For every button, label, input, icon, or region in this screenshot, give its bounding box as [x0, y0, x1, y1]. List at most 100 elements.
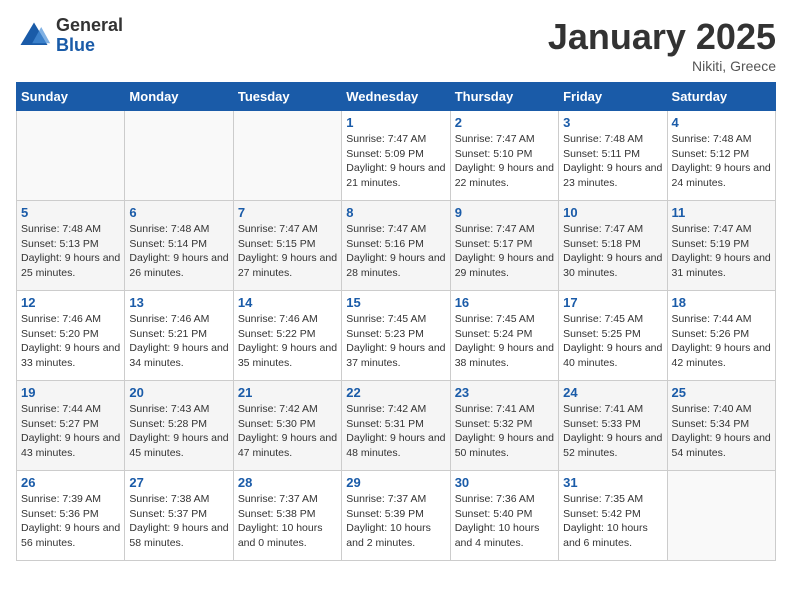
calendar-cell: 23Sunrise: 7:41 AM Sunset: 5:32 PM Dayli… [450, 381, 558, 471]
day-number: 7 [238, 205, 337, 220]
calendar-cell: 1Sunrise: 7:47 AM Sunset: 5:09 PM Daylig… [342, 111, 450, 201]
day-number: 22 [346, 385, 445, 400]
calendar-cell: 12 Sunrise: 7:46 AM Sunset: 5:20 PM Dayli… [17, 291, 125, 381]
day-number: 20 [129, 385, 228, 400]
day-number: 10 [563, 205, 662, 220]
day-number: 5 [21, 205, 120, 220]
title-area: January 2025 Nikiti, Greece [548, 16, 776, 74]
calendar-cell: 2 Sunrise: 7:47 AM Sunset: 5:10 PM Daylig… [450, 111, 558, 201]
day-info: Sunrise: 7:47 AM Sunset: 5:18 PM Dayligh… [563, 222, 662, 281]
calendar-cell: 16 Sunrise: 7:45 AM Sunset: 5:24 PM Dayli… [450, 291, 558, 381]
calendar-cell [17, 111, 125, 201]
day-number: 29 [346, 475, 445, 490]
day-number: 6 [129, 205, 228, 220]
day-info: Sunrise: 7:36 AM Sunset: 5:40 PM Dayligh… [455, 492, 554, 551]
day-number: 4 [672, 115, 771, 130]
day-info: Sunrise: 7:48 AM Sunset: 5:14 PM Dayligh… [129, 222, 228, 281]
day-info: Sunrise: 7:43 AM Sunset: 5:28 PM Dayligh… [129, 402, 228, 461]
calendar-cell: 11 Sunrise: 7:47 AM Sunset: 5:19 PM Dayli… [667, 201, 775, 291]
logo-icon [16, 18, 52, 54]
month-title: January 2025 [548, 16, 776, 58]
day-number: 31 [563, 475, 662, 490]
day-info: Sunrise: 7:40 AM Sunset: 5:34 PM Dayligh… [672, 402, 771, 461]
calendar-header-row: SundayMondayTuesdayWednesdayThursdayFrid… [17, 83, 776, 111]
day-info: Sunrise: 7:48 AM Sunset: 5:12 PM Dayligh… [672, 132, 771, 191]
day-number: 23 [455, 385, 554, 400]
calendar-cell: 28Sunrise: 7:37 AM Sunset: 5:38 PM Dayli… [233, 471, 341, 561]
calendar-week-row: 19Sunrise: 7:44 AM Sunset: 5:27 PM Dayli… [17, 381, 776, 471]
day-info: Sunrise: 7:46 AM Sunset: 5:22 PM Dayligh… [238, 312, 337, 371]
day-number: 19 [21, 385, 120, 400]
day-number: 9 [455, 205, 554, 220]
day-number: 13 [129, 295, 228, 310]
logo-general-label: General [56, 16, 123, 36]
calendar-cell: 5 Sunrise: 7:48 AM Sunset: 5:13 PM Daylig… [17, 201, 125, 291]
day-info: Sunrise: 7:46 AM Sunset: 5:21 PM Dayligh… [129, 312, 228, 371]
day-number: 27 [129, 475, 228, 490]
calendar-cell: 30 Sunrise: 7:36 AM Sunset: 5:40 PM Dayli… [450, 471, 558, 561]
day-number: 25 [672, 385, 771, 400]
calendar-cell: 22 Sunrise: 7:42 AM Sunset: 5:31 PM Dayli… [342, 381, 450, 471]
day-info: Sunrise: 7:48 AM Sunset: 5:13 PM Dayligh… [21, 222, 120, 281]
day-info: Sunrise: 7:46 AM Sunset: 5:20 PM Dayligh… [21, 312, 120, 371]
calendar-table: SundayMondayTuesdayWednesdayThursdayFrid… [16, 82, 776, 561]
calendar-cell: 19Sunrise: 7:44 AM Sunset: 5:27 PM Dayli… [17, 381, 125, 471]
day-number: 3 [563, 115, 662, 130]
day-number: 17 [563, 295, 662, 310]
day-info: Sunrise: 7:39 AM Sunset: 5:36 PM Dayligh… [21, 492, 120, 551]
col-header-thursday: Thursday [450, 83, 558, 111]
logo-text: General Blue [56, 16, 123, 56]
day-number: 24 [563, 385, 662, 400]
calendar-cell: 20 Sunrise: 7:43 AM Sunset: 5:28 PM Dayli… [125, 381, 233, 471]
day-number: 8 [346, 205, 445, 220]
day-info: Sunrise: 7:47 AM Sunset: 5:19 PM Dayligh… [672, 222, 771, 281]
calendar-cell: 15 Sunrise: 7:45 AM Sunset: 5:23 PM Dayli… [342, 291, 450, 381]
calendar-cell [667, 471, 775, 561]
calendar-cell: 24 Sunrise: 7:41 AM Sunset: 5:33 PM Dayli… [559, 381, 667, 471]
calendar-week-row: 26Sunrise: 7:39 AM Sunset: 5:36 PM Dayli… [17, 471, 776, 561]
calendar-cell: 31 Sunrise: 7:35 AM Sunset: 5:42 PM Dayli… [559, 471, 667, 561]
day-info: Sunrise: 7:47 AM Sunset: 5:10 PM Dayligh… [455, 132, 554, 191]
day-info: Sunrise: 7:45 AM Sunset: 5:25 PM Dayligh… [563, 312, 662, 371]
header: General Blue January 2025 Nikiti, Greece [16, 16, 776, 74]
day-info: Sunrise: 7:45 AM Sunset: 5:23 PM Dayligh… [346, 312, 445, 371]
day-number: 16 [455, 295, 554, 310]
calendar-cell: 25 Sunrise: 7:40 AM Sunset: 5:34 PM Dayli… [667, 381, 775, 471]
day-info: Sunrise: 7:48 AM Sunset: 5:11 PM Dayligh… [563, 132, 662, 191]
calendar-week-row: 1Sunrise: 7:47 AM Sunset: 5:09 PM Daylig… [17, 111, 776, 201]
col-header-friday: Friday [559, 83, 667, 111]
day-number: 14 [238, 295, 337, 310]
col-header-wednesday: Wednesday [342, 83, 450, 111]
location-subtitle: Nikiti, Greece [548, 58, 776, 74]
calendar-cell: 29Sunrise: 7:37 AM Sunset: 5:39 PM Dayli… [342, 471, 450, 561]
calendar-week-row: 12 Sunrise: 7:46 AM Sunset: 5:20 PM Dayli… [17, 291, 776, 381]
calendar-cell [233, 111, 341, 201]
day-info: Sunrise: 7:44 AM Sunset: 5:26 PM Dayligh… [672, 312, 771, 371]
calendar-cell: 27Sunrise: 7:38 AM Sunset: 5:37 PM Dayli… [125, 471, 233, 561]
calendar-cell: 8 Sunrise: 7:47 AM Sunset: 5:16 PM Daylig… [342, 201, 450, 291]
col-header-tuesday: Tuesday [233, 83, 341, 111]
col-header-sunday: Sunday [17, 83, 125, 111]
day-number: 2 [455, 115, 554, 130]
day-number: 30 [455, 475, 554, 490]
calendar-cell: 9 Sunrise: 7:47 AM Sunset: 5:17 PM Daylig… [450, 201, 558, 291]
col-header-monday: Monday [125, 83, 233, 111]
day-info: Sunrise: 7:42 AM Sunset: 5:31 PM Dayligh… [346, 402, 445, 461]
day-info: Sunrise: 7:35 AM Sunset: 5:42 PM Dayligh… [563, 492, 662, 551]
calendar-week-row: 5 Sunrise: 7:48 AM Sunset: 5:13 PM Daylig… [17, 201, 776, 291]
day-number: 11 [672, 205, 771, 220]
day-number: 12 [21, 295, 120, 310]
calendar-cell: 10 Sunrise: 7:47 AM Sunset: 5:18 PM Dayli… [559, 201, 667, 291]
day-number: 15 [346, 295, 445, 310]
day-info: Sunrise: 7:47 AM Sunset: 5:15 PM Dayligh… [238, 222, 337, 281]
day-info: Sunrise: 7:45 AM Sunset: 5:24 PM Dayligh… [455, 312, 554, 371]
calendar-cell: 17 Sunrise: 7:45 AM Sunset: 5:25 PM Dayli… [559, 291, 667, 381]
day-info: Sunrise: 7:47 AM Sunset: 5:16 PM Dayligh… [346, 222, 445, 281]
calendar-cell: 4 Sunrise: 7:48 AM Sunset: 5:12 PM Daylig… [667, 111, 775, 201]
day-info: Sunrise: 7:41 AM Sunset: 5:33 PM Dayligh… [563, 402, 662, 461]
day-number: 21 [238, 385, 337, 400]
day-number: 28 [238, 475, 337, 490]
logo-blue-label: Blue [56, 36, 123, 56]
calendar-cell: 18Sunrise: 7:44 AM Sunset: 5:26 PM Dayli… [667, 291, 775, 381]
day-info: Sunrise: 7:47 AM Sunset: 5:17 PM Dayligh… [455, 222, 554, 281]
